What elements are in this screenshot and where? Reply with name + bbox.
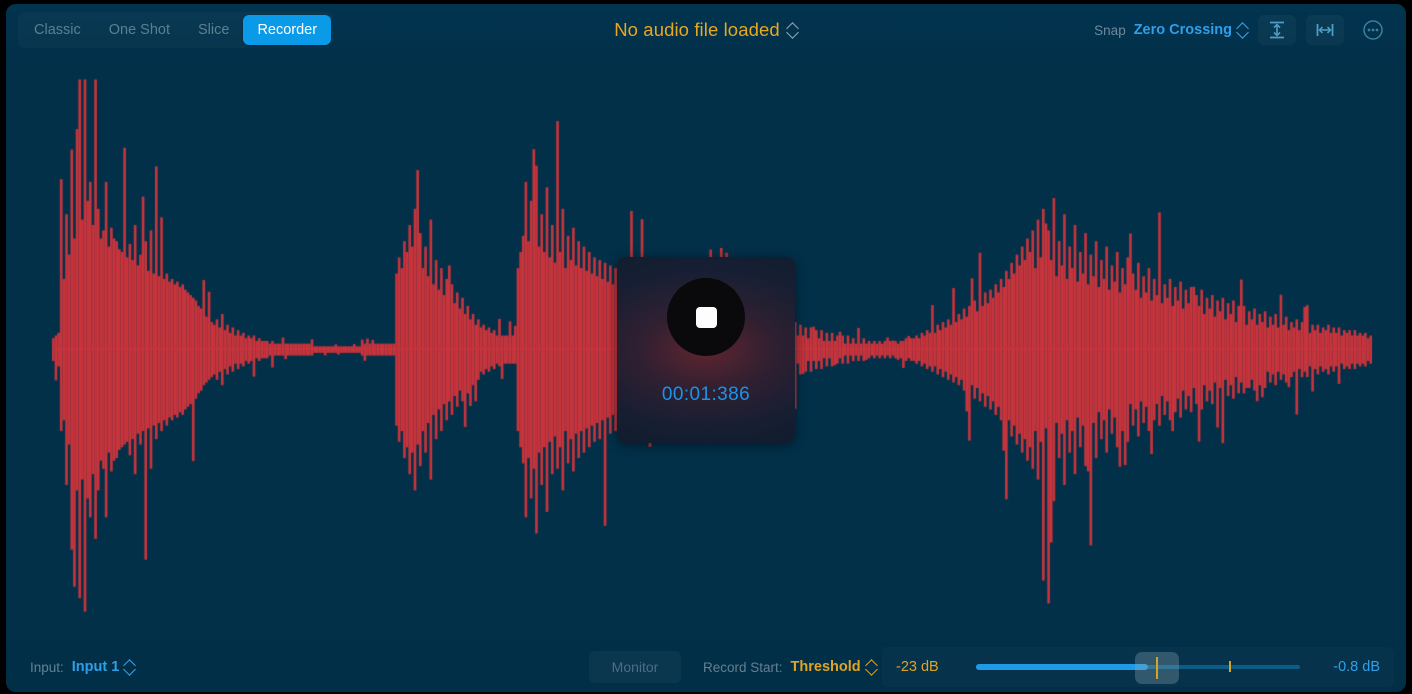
audio-file-selector[interactable]: No audio file loaded (614, 19, 798, 41)
record-start-value: Threshold (791, 659, 861, 675)
record-start-group: Record Start: Threshold (703, 659, 877, 675)
tab-classic-label: Classic (34, 22, 81, 38)
tab-slice-label: Slice (198, 22, 229, 38)
stop-square-icon (696, 307, 717, 328)
monitor-button[interactable]: Monitor (589, 651, 681, 683)
top-toolbar: Classic One Shot Slice Recorder No audio… (6, 4, 1406, 56)
input-group: Input: Input 1 (30, 659, 135, 675)
waveform-canvas-area[interactable]: 00:01:386 (6, 56, 1406, 642)
toolbar-right-controls: Snap Zero Crossing (1094, 4, 1392, 56)
tab-classic[interactable]: Classic (20, 15, 95, 45)
tab-one-shot-label: One Shot (109, 22, 170, 38)
record-start-selector[interactable]: Threshold (791, 659, 877, 675)
tab-slice[interactable]: Slice (184, 15, 243, 45)
snap-label: Snap (1094, 23, 1126, 38)
input-selector[interactable]: Input 1 (72, 659, 136, 675)
chevron-updown-icon (787, 22, 798, 38)
snap-mode-selector[interactable]: Zero Crossing (1134, 22, 1248, 38)
level-meter-track[interactable] (976, 655, 1300, 679)
elapsed-time: 00:01:386 (662, 384, 750, 406)
threshold-db-value: -23 dB (896, 659, 970, 675)
page-title: No audio file loaded (614, 19, 780, 41)
fit-vertical-icon (1267, 20, 1287, 40)
sampler-window: Classic One Shot Slice Recorder No audio… (6, 4, 1406, 692)
input-label: Input: (30, 660, 64, 675)
threshold-handle-line (1156, 657, 1158, 679)
recording-overlay-panel: 00:01:386 (617, 257, 795, 443)
fit-vertical-button[interactable] (1258, 15, 1296, 45)
meter-peak-tick (1229, 661, 1231, 672)
level-meter-group: -23 dB -0.8 dB (882, 647, 1394, 687)
threshold-handle[interactable] (1135, 652, 1179, 684)
tab-recorder[interactable]: Recorder (243, 15, 331, 45)
fit-horizontal-button[interactable] (1306, 15, 1344, 45)
mode-tab-group: Classic One Shot Slice Recorder (18, 12, 333, 48)
peak-db-value: -0.8 dB (1306, 659, 1380, 675)
tab-recorder-label: Recorder (257, 22, 317, 38)
snap-value: Zero Crossing (1134, 22, 1232, 38)
meter-level-fill (976, 664, 1148, 670)
app-root: Classic One Shot Slice Recorder No audio… (0, 0, 1412, 694)
monitor-label: Monitor (612, 659, 659, 675)
chevron-updown-icon (866, 659, 877, 675)
record-start-label: Record Start: (703, 660, 783, 675)
stop-record-button[interactable] (667, 278, 745, 356)
tab-one-shot[interactable]: One Shot (95, 15, 184, 45)
chevron-updown-icon (1237, 22, 1248, 38)
more-options-icon (1362, 19, 1384, 41)
chevron-updown-icon (124, 659, 135, 675)
input-value: Input 1 (72, 659, 120, 675)
fit-horizontal-icon (1315, 20, 1335, 40)
more-options-button[interactable] (1354, 15, 1392, 45)
bottom-toolbar: Input: Input 1 Monitor Record Start: Thr… (6, 642, 1406, 692)
